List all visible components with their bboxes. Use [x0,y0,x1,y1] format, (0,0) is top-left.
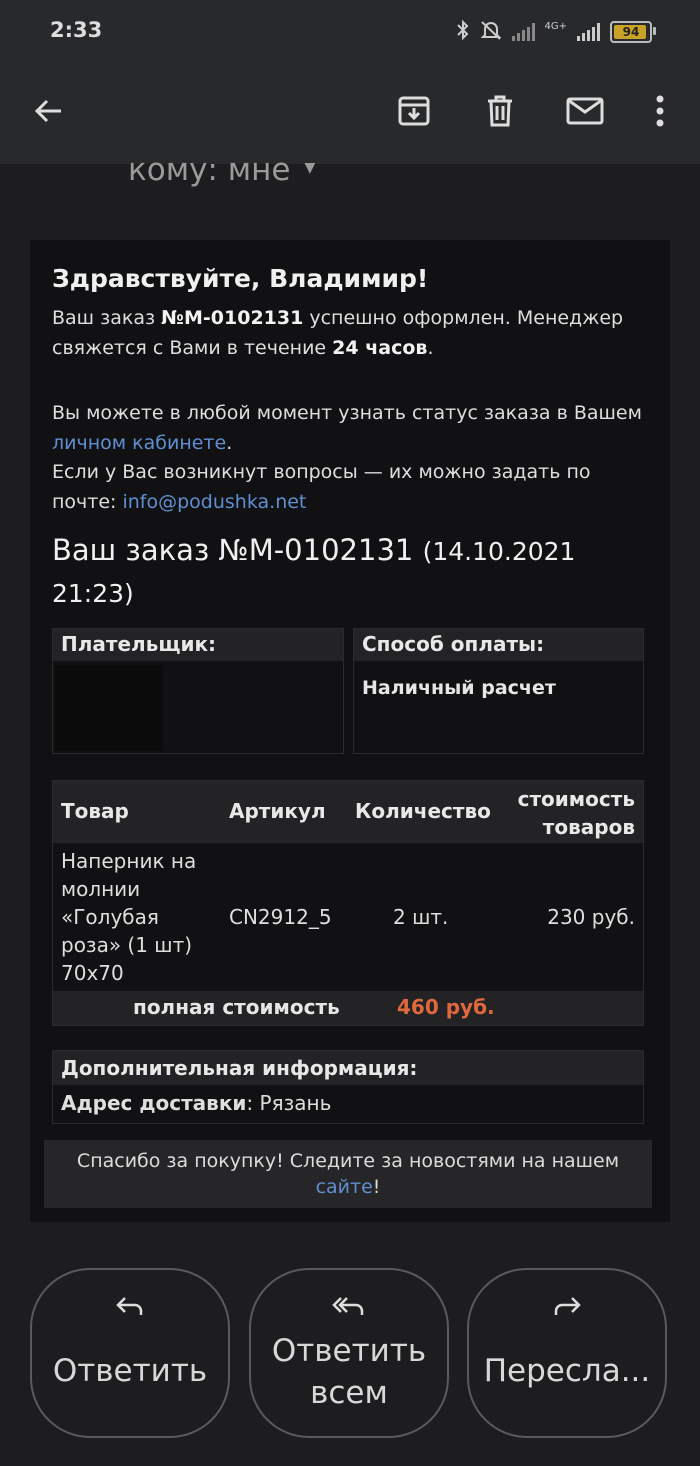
reply-all-button[interactable]: Ответить всем [249,1268,449,1438]
alarm-off-icon [480,19,502,46]
redacted-payer [55,665,163,751]
network-type: 4G+ [544,20,568,32]
text: Спасибо за покупку! Следите за новостями… [76,1150,620,1172]
app-bar [0,62,700,164]
text: . [226,431,233,454]
row-item: Наперник на молнии «Голубая роза» (1 шт)… [61,849,197,985]
hours: 24 часов [332,336,428,359]
order-number: №М-0102131 [161,307,304,329]
text: Ваш заказ [52,307,162,329]
reply-all-icon [251,1294,447,1322]
email-link[interactable]: info@podushka.net [122,491,306,513]
order-table: Товар Артикул Количество стоимость товар… [52,780,644,1026]
thanks-banner: Спасибо за покупку! Следите за новостями… [44,1140,652,1208]
battery-icon: 94 [610,21,656,43]
text: . [427,336,434,359]
payer-label: Плательщик: [53,629,343,661]
order-title: Ваш заказ №М-0102131 (14.10.2021 21:23) [52,530,652,614]
signal-weak-icon [511,23,535,41]
reply-icon [32,1294,228,1322]
address-label: Адрес доставки [61,1091,247,1115]
reply-button[interactable]: Ответить [30,1268,230,1438]
forward-icon [469,1294,665,1322]
col-sku: Артикул [229,799,326,823]
archive-icon [398,96,430,126]
order-confirm-paragraph: Ваш заказ №М-0102131 успешно оформлен. М… [52,304,652,363]
more-options-button[interactable] [635,86,685,136]
archive-button[interactable] [389,86,439,136]
back-button[interactable] [24,86,74,136]
delete-icon [488,95,512,127]
signal-4g-icon [577,23,600,41]
payment-label: Способ оплаты: [354,629,643,661]
mark-unread-button[interactable] [560,86,610,136]
address-row: Адрес доставки: Рязань [53,1085,643,1121]
payer-box: Плательщик: [52,628,344,754]
text: ! [372,1176,381,1198]
back-arrow-icon [34,99,61,123]
reply-all-label-2: всем [310,1375,388,1411]
col-price: стоимость товаров [517,787,635,839]
status-icons: 4G+ 94 [456,18,656,46]
order-title-text: Ваш заказ №М-0102131 [52,533,414,567]
payment-value: Наличный расчет [362,677,556,699]
account-link[interactable]: личном кабинете [52,432,226,454]
payment-box: Способ оплаты: Наличный расчет [353,628,644,754]
col-item: Товар [61,799,129,823]
email-body: Здравствуйте, Владимир! Ваш заказ №М-010… [30,240,670,1222]
delete-button[interactable] [475,86,525,136]
bluetooth-icon [456,19,470,46]
address-value: : Рязань [246,1091,332,1115]
recipient-text: кому: мне [128,152,291,188]
site-link[interactable]: сайте [316,1176,373,1198]
extra-info-label: Дополнительная информация: [53,1051,643,1085]
status-paragraph: Вы можете в любой момент узнать статус з… [52,399,652,517]
total-value: 460 руб. [397,995,495,1019]
table-header: Товар Артикул Количество стоимость товар… [53,781,643,843]
text: Вы можете в любой момент узнать статус з… [52,402,642,424]
row-price: 230 руб. [547,905,635,929]
status-time: 2:33 [50,18,103,42]
row-qty: 2 шт. [393,905,449,929]
status-bar: 2:33 4G+ 94 [0,0,700,62]
more-icon [656,95,664,127]
chevron-down-icon: ▼ [304,160,316,176]
reply-label: Ответить [52,1353,208,1389]
col-qty: Количество [355,799,491,823]
total-label: полная стоимость [133,995,340,1019]
total-row: полная стоимость 460 руб. [53,991,643,1025]
mark-unread-icon [566,97,604,125]
recipient-line[interactable]: кому: мне ▼ [128,152,315,188]
battery-level: 94 [622,25,640,39]
row-sku: CN2912_5 [229,905,332,929]
forward-label: Пересла... [483,1353,651,1389]
forward-button[interactable]: Пересла... [467,1268,667,1438]
greeting: Здравствуйте, Владимир! [52,264,429,293]
reply-all-label-1: Ответить [271,1333,427,1369]
extra-info-box: Дополнительная информация: Адрес доставк… [52,1050,644,1124]
